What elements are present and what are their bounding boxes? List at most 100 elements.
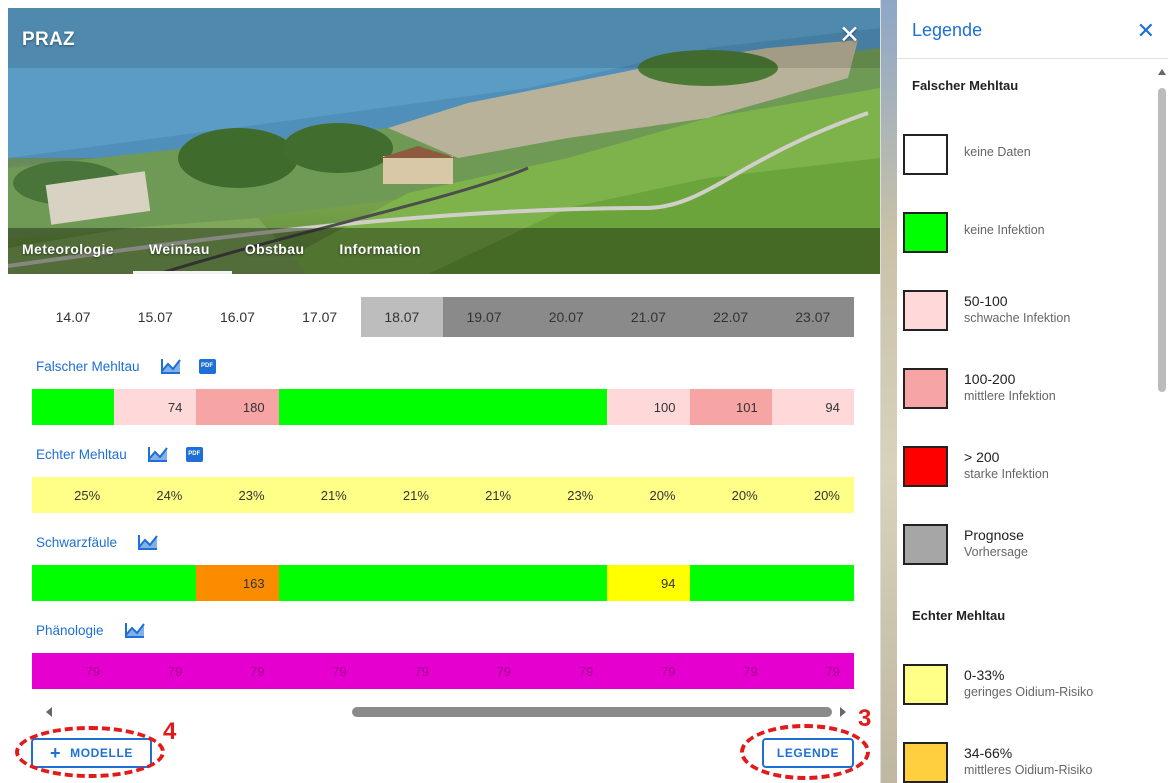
value-cell[interactable]: 20%: [689, 477, 772, 513]
value-cell[interactable]: 21%: [278, 477, 361, 513]
value-cell[interactable]: [771, 565, 854, 601]
section-title[interactable]: Echter Mehltau: [36, 447, 127, 462]
tab-weinbau[interactable]: Weinbau: [132, 238, 232, 274]
scrollbar-thumb[interactable]: [1158, 88, 1166, 392]
legend-swatch: [903, 742, 948, 783]
value-cell[interactable]: 79: [442, 653, 526, 689]
value-cell[interactable]: [360, 389, 443, 425]
value-cell[interactable]: [32, 565, 115, 601]
legend-swatch: [903, 290, 948, 331]
vertical-scrollbar[interactable]: [1155, 64, 1168, 783]
shading-cell: [607, 601, 689, 649]
station-panel: PRAZ ✕ Meteorologie Weinbau Obstbau Info…: [8, 8, 880, 783]
value-cell[interactable]: 163: [196, 565, 279, 601]
shading-cell: [690, 601, 772, 649]
legend-swatch: [903, 212, 948, 253]
value-cell[interactable]: 20%: [771, 477, 854, 513]
legend-range: 50-100: [964, 293, 1008, 309]
pdf-icon[interactable]: PDF: [198, 358, 216, 374]
value-cell[interactable]: 24%: [114, 477, 197, 513]
close-icon[interactable]: ✕: [1137, 20, 1155, 42]
value-cell[interactable]: [278, 389, 361, 425]
value-cell[interactable]: [442, 565, 526, 601]
value-cell[interactable]: 100: [607, 389, 690, 425]
value-cell[interactable]: 180: [196, 389, 279, 425]
value-cell[interactable]: 23%: [196, 477, 279, 513]
legend-description: starke Infektion: [964, 467, 1049, 481]
value-cell[interactable]: 79: [689, 653, 772, 689]
value-cell[interactable]: [525, 565, 608, 601]
value-cell[interactable]: 94: [607, 565, 690, 601]
value-cell[interactable]: 23%: [525, 477, 608, 513]
scroll-left-icon[interactable]: [46, 707, 52, 717]
tab-obstbau[interactable]: Obstbau: [245, 238, 305, 274]
value-cell[interactable]: [689, 565, 772, 601]
scrollbar-thumb[interactable]: [352, 707, 832, 717]
shading-cell: [361, 337, 443, 385]
legend-range: 34-66%: [964, 745, 1013, 761]
legend-description: keine Daten: [964, 145, 1031, 159]
chart-icon[interactable]: [137, 533, 159, 551]
value-cell[interactable]: 21%: [442, 477, 526, 513]
legend-item: 100-200 mittlere Infektion: [903, 368, 1143, 428]
value-cell[interactable]: 79: [278, 653, 361, 689]
value-cell[interactable]: 25%: [32, 477, 115, 513]
legend-content: Legende ✕ Falscher Mehltau keine Daten kei…: [897, 0, 1168, 783]
chart-icon[interactable]: [147, 445, 169, 463]
scroll-up-icon[interactable]: [1158, 69, 1166, 75]
shading-cell: [690, 425, 772, 473]
value-cell[interactable]: 79: [771, 653, 854, 689]
legend-description: Vorhersage: [964, 545, 1028, 559]
shading-cell: [690, 513, 772, 561]
legend-range: 100-200: [964, 371, 1016, 387]
data-row: 163 94: [32, 565, 854, 601]
section-title[interactable]: Falscher Mehltau: [36, 359, 140, 374]
tab-information[interactable]: Information: [339, 238, 420, 274]
value-cell[interactable]: 21%: [360, 477, 443, 513]
legend-description: mittleres Oidium-Risiko: [964, 763, 1093, 777]
legend-description: schwache Infektion: [964, 311, 1071, 325]
value-cell[interactable]: [114, 565, 197, 601]
annotation-number-3: 3: [858, 705, 872, 732]
horizontal-scrollbar[interactable]: [46, 706, 846, 718]
value-cell[interactable]: [32, 389, 115, 425]
legend-item: > 200 starke Infektion: [903, 446, 1143, 506]
section-label: Falscher Mehltau PDF: [36, 357, 216, 375]
legend-section-heading: Echter Mehltau: [912, 608, 1006, 623]
value-cell[interactable]: [525, 389, 608, 425]
pdf-icon[interactable]: PDF: [185, 446, 203, 462]
date-cell: 20.07: [525, 297, 608, 337]
value-cell[interactable]: 79: [32, 653, 115, 689]
value-cell[interactable]: 79: [360, 653, 443, 689]
scroll-right-icon[interactable]: [840, 707, 846, 717]
value-cell[interactable]: 94: [771, 389, 854, 425]
legend-text: keine Infektion: [964, 223, 1144, 237]
value-cell[interactable]: 79: [607, 653, 690, 689]
value-cell[interactable]: 79: [196, 653, 279, 689]
shading-cell: [443, 513, 525, 561]
shading-cell: [525, 425, 607, 473]
legend-swatch: [903, 524, 948, 565]
station-title: PRAZ: [22, 29, 75, 50]
landscape-photo: [8, 8, 880, 274]
value-cell[interactable]: 20%: [607, 477, 690, 513]
value-cell[interactable]: 79: [525, 653, 608, 689]
value-cell[interactable]: [360, 565, 443, 601]
section-title[interactable]: Schwarzfäule: [36, 535, 117, 550]
shading-cell: [607, 425, 689, 473]
tab-meteorologie[interactable]: Meteorologie: [22, 238, 114, 274]
value-cell[interactable]: [442, 389, 526, 425]
value-cell[interactable]: [278, 565, 361, 601]
shading-cell: [361, 601, 443, 649]
value-cell[interactable]: 101: [689, 389, 772, 425]
value-cell[interactable]: 79: [114, 653, 197, 689]
value-cell[interactable]: 74: [114, 389, 197, 425]
map-background: [881, 0, 897, 783]
chart-icon[interactable]: [124, 621, 146, 639]
legend-item: 50-100 schwache Infektion: [903, 290, 1143, 350]
chart-icon[interactable]: [160, 357, 182, 375]
close-icon[interactable]: ✕: [839, 23, 860, 48]
section-title[interactable]: Phänologie: [36, 623, 104, 638]
legend-description: keine Infektion: [964, 223, 1045, 237]
section-header-row: Echter Mehltau PDF: [32, 425, 854, 473]
